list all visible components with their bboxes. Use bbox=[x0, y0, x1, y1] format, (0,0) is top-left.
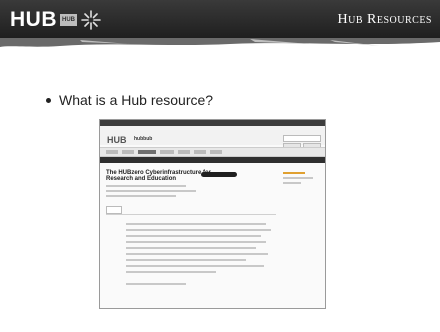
slide-header: HUB HUB Hub Resources bbox=[0, 0, 440, 38]
screenshot-header: HUB hubbub bbox=[100, 126, 325, 150]
screenshot-text-line bbox=[126, 229, 271, 231]
bullet-text: What is a Hub resource? bbox=[59, 92, 214, 108]
screenshot-logo: HUB bbox=[107, 135, 127, 145]
screenshot-text-line bbox=[126, 271, 216, 273]
screenshot-tab bbox=[106, 206, 122, 214]
screenshot-nav-item bbox=[106, 150, 118, 154]
screenshot-text-line bbox=[126, 253, 268, 255]
bullet-dot bbox=[46, 97, 51, 103]
logo-badge: HUB bbox=[60, 14, 77, 26]
screenshot-text-line bbox=[126, 283, 186, 285]
screenshot-text-line bbox=[106, 185, 186, 187]
screenshot-abstract bbox=[106, 214, 276, 299]
screenshot-nav-item bbox=[178, 150, 190, 154]
screenshot-nav-item bbox=[194, 150, 206, 154]
header-brush-stroke bbox=[0, 38, 440, 47]
screenshot-nav-item bbox=[122, 150, 134, 154]
screenshot-search-box bbox=[283, 135, 321, 142]
screenshot-nav-item bbox=[160, 150, 174, 154]
screenshot-text-line bbox=[126, 235, 261, 237]
screenshot-site-name: hubbub bbox=[134, 136, 153, 142]
screenshot-text-line bbox=[126, 265, 264, 267]
screenshot-text-line bbox=[106, 195, 176, 197]
screenshot-nav-item-active bbox=[138, 150, 156, 154]
screenshot-sidebar-line bbox=[283, 172, 305, 174]
screenshot-sidebar bbox=[283, 172, 319, 188]
screenshot-resource-title: The HUBzero Cyberinfrastructure for Rese… bbox=[106, 170, 211, 182]
screenshot-launch-button bbox=[201, 172, 237, 177]
screenshot-text-line bbox=[126, 241, 266, 243]
bullet-item: What is a Hub resource? bbox=[46, 92, 213, 108]
screenshot-sidebar-line bbox=[283, 182, 301, 184]
logo-text: HUB bbox=[10, 8, 57, 31]
screenshot-text-line bbox=[106, 190, 196, 192]
website-screenshot: HUB hubbub The HUBzero Cyberinfrastructu… bbox=[99, 119, 326, 309]
screenshot-title-line2: Research and Education bbox=[106, 176, 177, 182]
screenshot-text-line bbox=[126, 259, 246, 261]
screenshot-sidebar-line bbox=[283, 177, 313, 179]
slide-title: Hub Resources bbox=[337, 12, 432, 27]
hub-logo: HUB HUB bbox=[10, 9, 103, 31]
sparkle-icon bbox=[81, 10, 101, 30]
screenshot-text-line bbox=[126, 247, 256, 249]
screenshot-nav-item bbox=[210, 150, 222, 154]
screenshot-nav bbox=[100, 147, 325, 157]
screenshot-breadcrumb-bar bbox=[100, 157, 325, 163]
slide: HUB HUB Hub Resources What is a Hub reso… bbox=[0, 0, 440, 332]
screenshot-text-line bbox=[126, 223, 266, 225]
